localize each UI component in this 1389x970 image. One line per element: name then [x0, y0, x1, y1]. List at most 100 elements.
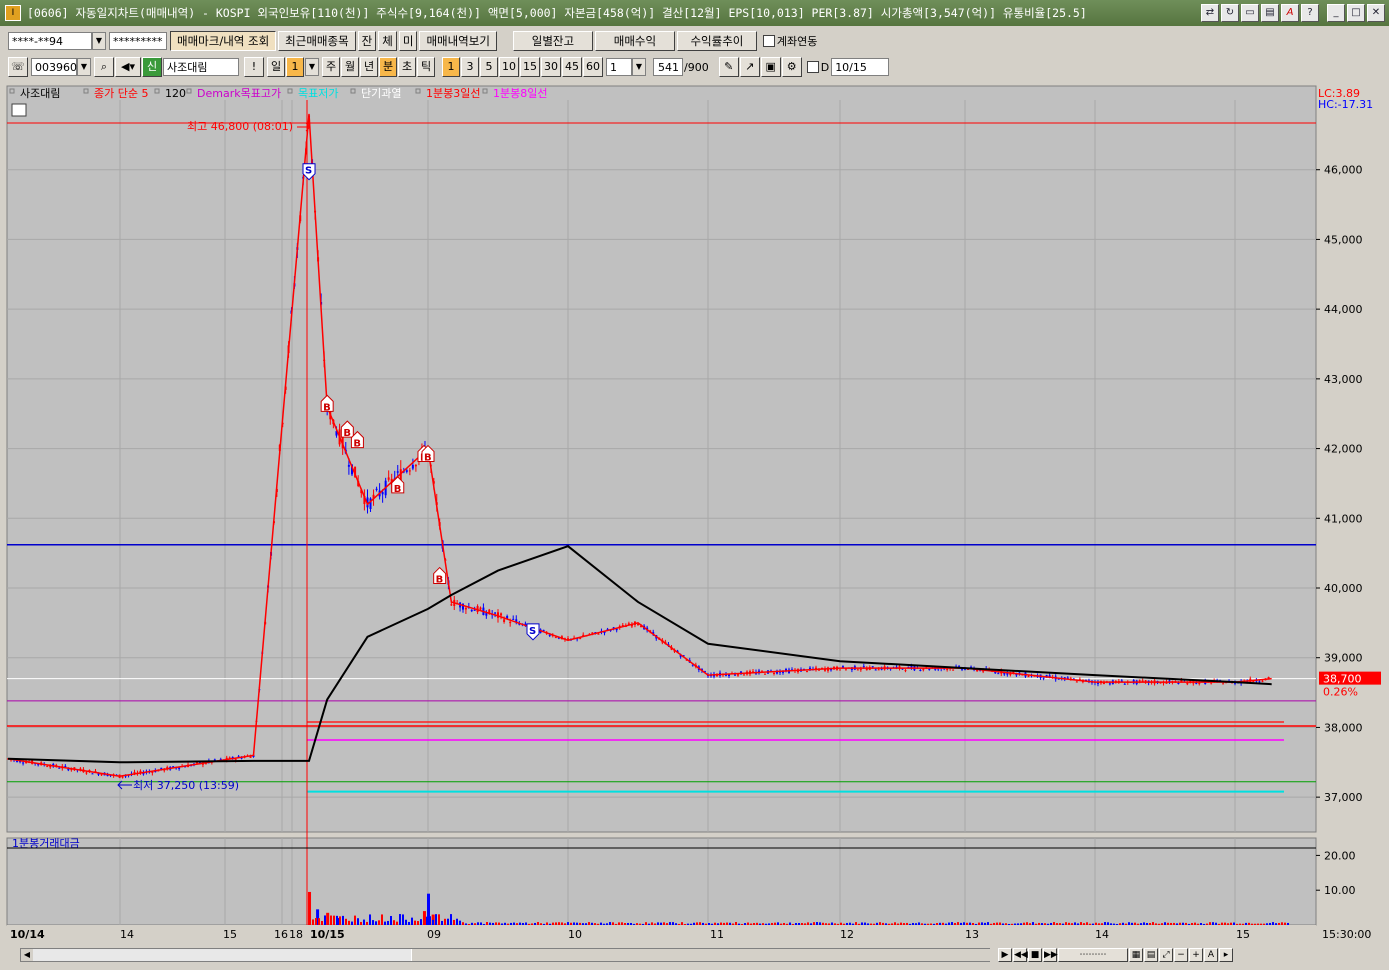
candle-body [479, 607, 482, 610]
trend-tool-icon[interactable]: ↗ [739, 57, 760, 77]
volume-bar [663, 922, 665, 925]
interval-1-button[interactable]: 1 [442, 57, 460, 77]
scroll-thumb[interactable] [411, 949, 990, 961]
interval-custom-field[interactable]: 1 [606, 58, 632, 76]
interval-45-button[interactable]: 45 [562, 57, 582, 77]
settings-icon[interactable]: ⚙ [781, 57, 802, 77]
font-size-icon[interactable]: A [1204, 948, 1218, 962]
minimize-button[interactable]: _ [1327, 4, 1345, 22]
search-icon[interactable]: ⌕ [94, 57, 114, 77]
menu-icon[interactable]: ▸ [1219, 948, 1233, 962]
volume-bar [444, 918, 446, 925]
date-check-label: D [820, 60, 830, 74]
speed-slider[interactable]: ⋯⋯⋯ [1058, 948, 1128, 962]
refresh-icon[interactable]: ↻ [1221, 4, 1239, 22]
volume-bar [318, 918, 320, 925]
fast-forward-icon[interactable]: ▶▶ [1043, 948, 1058, 962]
trade-profit-button[interactable]: 매매수익 [594, 31, 675, 51]
maximize-button[interactable]: □ [1347, 4, 1365, 22]
period-tick-button[interactable]: 틱 [417, 57, 435, 77]
grid-icon[interactable]: ▦ [1129, 948, 1143, 962]
volume-bar [1113, 923, 1115, 925]
executed-button[interactable]: 체 [378, 31, 397, 51]
period-week-button[interactable]: 주 [322, 57, 340, 77]
chevron-down-icon[interactable]: ▼ [305, 58, 319, 76]
volume-bar [621, 922, 623, 925]
volume-bar [408, 921, 410, 925]
recent-trades-button[interactable]: 최근매매종목 [278, 31, 356, 51]
chart-scrollbar[interactable]: ◀ [20, 948, 990, 962]
chevron-down-icon[interactable]: ▼ [92, 32, 106, 50]
unexecuted-button[interactable]: 미 [398, 31, 418, 51]
date-field[interactable]: 10/15 [831, 58, 890, 76]
y-tick-label: 41,000 [1324, 512, 1363, 525]
volume-bar [1131, 922, 1133, 925]
account-link-checkbox[interactable] [762, 35, 775, 47]
chevron-down-icon[interactable]: ▼ [77, 58, 91, 76]
volume-bar [336, 915, 338, 925]
volume-bar [1146, 922, 1148, 925]
table-icon[interactable]: ▤ [1144, 948, 1158, 962]
account-select[interactable]: ****-**94 [8, 32, 92, 50]
password-field[interactable]: ********* [109, 32, 167, 50]
volume-bar [1275, 923, 1277, 925]
speaker-icon[interactable]: ◀▾ [115, 57, 141, 77]
interval-30-button[interactable]: 30 [541, 57, 561, 77]
interval-3-button[interactable]: 3 [461, 57, 479, 77]
zoom-out-icon[interactable]: − [1174, 948, 1188, 962]
daily-balance-button[interactable]: 일별잔고 [512, 31, 593, 51]
help-icon[interactable]: ? [1301, 4, 1319, 22]
link-icon[interactable]: ⇄ [1201, 4, 1219, 22]
interval-5-button[interactable]: 5 [480, 57, 498, 77]
stop-icon[interactable]: ■ [1028, 948, 1042, 962]
trade-mark-button[interactable]: 매매마크/내역 조회 [170, 31, 277, 51]
zoom-fit-icon[interactable]: ⤢ [1159, 948, 1173, 962]
period-month-button[interactable]: 월 [341, 57, 359, 77]
interval-15-button[interactable]: 15 [520, 57, 540, 77]
chevron-down-icon[interactable]: ▼ [632, 58, 646, 76]
volume-bar [915, 923, 917, 925]
window-icon[interactable]: ▭ [1241, 4, 1259, 22]
trade-history-button[interactable]: 매매내역보기 [419, 31, 497, 51]
save-icon[interactable]: ▣ [760, 57, 781, 77]
date-checkbox[interactable] [806, 61, 819, 73]
print-icon[interactable]: ▤ [1261, 4, 1279, 22]
count-field[interactable]: 541 [653, 58, 683, 76]
volume-bar [522, 922, 524, 925]
scroll-left-icon[interactable]: ◀ [21, 949, 33, 961]
volume-bar [333, 915, 335, 925]
interval-10-button[interactable]: 10 [499, 57, 519, 77]
time-axis-label: 15 [223, 928, 237, 941]
scroll-right-icon[interactable]: ▶ [998, 948, 1012, 962]
font-icon[interactable]: A [1281, 4, 1299, 22]
volume-bar [1287, 922, 1289, 925]
rewind-icon[interactable]: ◀◀ [1013, 948, 1028, 962]
stock-chart[interactable]: 37,000 38,000 39,000 40,000 41,000 42,000 43,0… [0, 82, 1389, 944]
period-day-button[interactable]: 일 [267, 57, 285, 77]
candle-body [1261, 680, 1264, 682]
exclaim-button[interactable]: ! [244, 57, 264, 77]
volume-bar [876, 922, 878, 925]
interval-60-button[interactable]: 60 [583, 57, 603, 77]
volume-bar [981, 922, 983, 925]
period-second-button[interactable]: 초 [398, 57, 416, 77]
chart-tool-icon[interactable]: ✎ [718, 57, 739, 77]
period-year-button[interactable]: 년 [360, 57, 378, 77]
stock-name-field: 사조대림 [163, 58, 239, 76]
phone-icon[interactable]: ☏ [8, 57, 28, 77]
volume-bar [390, 915, 392, 925]
period-minute-button[interactable]: 분 [379, 57, 397, 77]
close-button[interactable]: ✕ [1367, 4, 1385, 22]
balance-button[interactable]: 잔 [357, 31, 377, 51]
return-trend-button[interactable]: 수익률추이 [676, 31, 757, 51]
stock-code-field[interactable]: 003960 [31, 58, 77, 76]
volume-bar [600, 922, 602, 925]
new-badge[interactable]: 신 [142, 57, 162, 77]
volume-bar [411, 917, 413, 925]
volume-bar [927, 923, 929, 925]
volume-bar [396, 921, 398, 925]
price-panel-bg [6, 85, 1317, 833]
zoom-in-icon[interactable]: + [1189, 948, 1203, 962]
volume-bar [576, 922, 578, 925]
period-value-field[interactable]: 1 [286, 57, 304, 77]
